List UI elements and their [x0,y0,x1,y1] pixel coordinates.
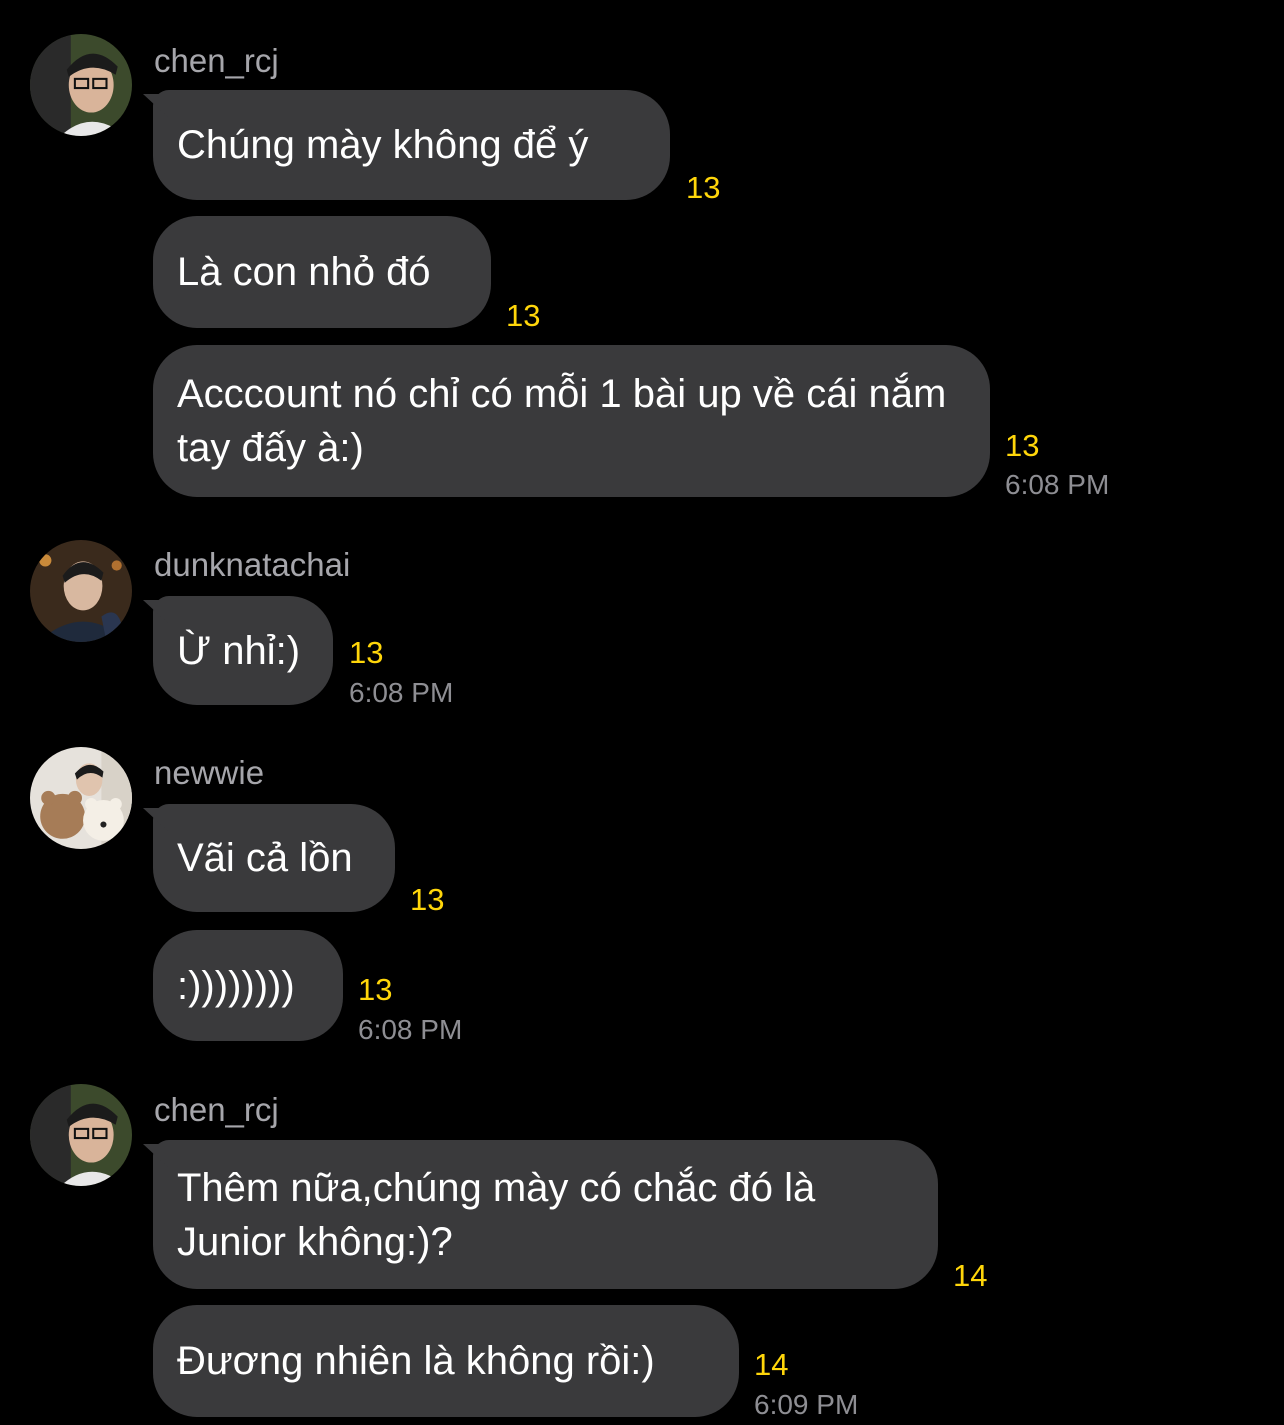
message-text: Thêm nữa,chúng mày có chắc đó là Junior … [177,1165,816,1264]
reaction-count[interactable]: 13 [410,884,444,915]
profile-photo-icon [30,34,132,136]
message-text: Acccount nó chỉ có mỗi 1 bài up về cái n… [177,372,947,470]
message-text: :)))))))) [177,963,295,1008]
message-text: Vãi cả lồn [177,836,353,880]
sender-name: chen_rcj [154,42,279,79]
message-bubble[interactable]: Là con nhỏ đó [153,216,491,328]
reaction-count[interactable]: 13 [358,974,392,1005]
reaction-count[interactable]: 13 [349,637,383,668]
message-bubble[interactable]: Thêm nữa,chúng mày có chắc đó là Junior … [153,1140,938,1289]
profile-photo-icon [30,540,132,642]
timestamp: 6:09 PM [754,1389,859,1420]
profile-photo-icon [30,747,132,849]
reaction-count[interactable]: 13 [1005,430,1039,461]
message-text: Chúng mày không để ý [177,123,589,167]
message-bubble[interactable]: Chúng mày không để ý [153,90,670,200]
message-text: Ừ nhỉ:) [177,628,301,673]
reaction-count[interactable]: 14 [754,1349,788,1380]
message-bubble[interactable]: Vãi cả lồn [153,804,395,912]
sender-name: dunknatachai [154,546,351,583]
timestamp: 6:08 PM [1005,469,1110,500]
avatar[interactable] [30,540,132,642]
message-bubble[interactable]: Đương nhiên là không rồi:) [153,1305,739,1417]
message-bubble[interactable]: Acccount nó chỉ có mỗi 1 bài up về cái n… [153,345,990,497]
timestamp: 6:08 PM [358,1014,463,1045]
avatar[interactable] [30,747,132,849]
avatar[interactable] [30,34,132,136]
message-text: Là con nhỏ đó [177,250,431,294]
profile-photo-icon [30,1084,132,1186]
avatar[interactable] [30,1084,132,1186]
sender-name: newwie [154,754,265,791]
reaction-count[interactable]: 14 [953,1260,987,1291]
reaction-count[interactable]: 13 [686,172,720,203]
sender-name: chen_rcj [154,1091,279,1128]
reaction-count[interactable]: 13 [506,300,540,331]
message-bubble[interactable]: :)))))))) [153,930,343,1041]
message-text: Đương nhiên là không rồi:) [177,1339,655,1383]
timestamp: 6:08 PM [349,677,454,708]
message-bubble[interactable]: Ừ nhỉ:) [153,596,333,705]
